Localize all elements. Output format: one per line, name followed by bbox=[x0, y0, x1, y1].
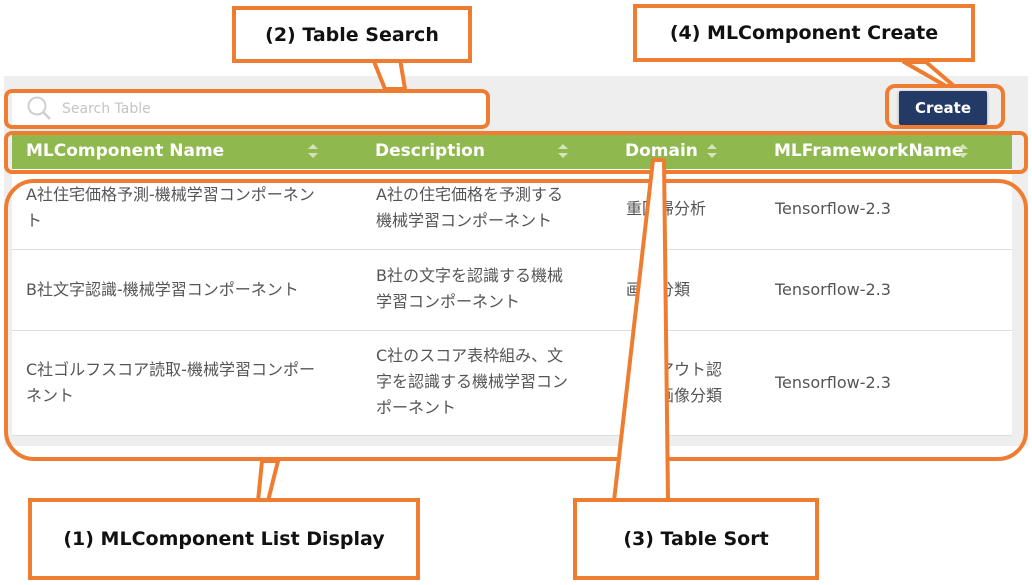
annotation-component-create: (4) MLComponent Create bbox=[633, 4, 975, 62]
annotation-label: (2) Table Search bbox=[265, 23, 439, 46]
annotation-label: (4) MLComponent Create bbox=[669, 22, 939, 44]
annotation-label: (1) MLComponent List Display bbox=[63, 528, 385, 550]
annotation-list-display: (1) MLComponent List Display bbox=[28, 498, 420, 580]
annotation-table-sort: (3) Table Sort bbox=[573, 498, 819, 580]
annotation-label: (3) Table Sort bbox=[623, 528, 769, 550]
annotation-table-search: (2) Table Search bbox=[232, 6, 472, 63]
